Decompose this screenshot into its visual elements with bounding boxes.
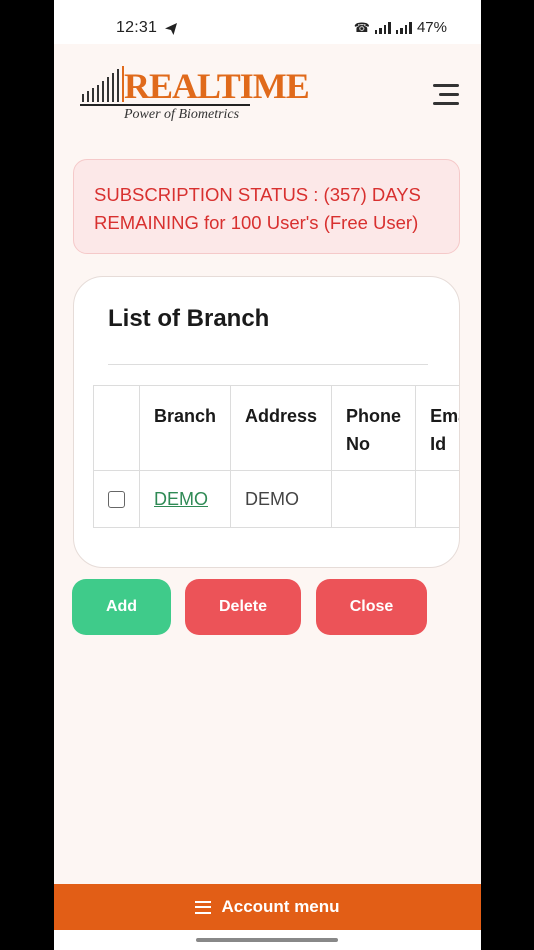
system-nav-area xyxy=(54,930,481,950)
branch-cell: DEMO xyxy=(138,470,232,528)
column-header-address[interactable]: Address xyxy=(230,385,333,471)
telegram-send-icon xyxy=(165,23,177,35)
branch-table: Branch Address Phone No Email Id DEMO DE… xyxy=(93,385,459,528)
table-row: DEMO DEMO xyxy=(93,470,459,528)
divider xyxy=(108,364,428,365)
logo-underline xyxy=(80,104,250,106)
row-select-cell xyxy=(93,470,140,528)
column-header-email[interactable]: Email Id xyxy=(415,385,459,471)
table-header-row: Branch Address Phone No Email Id xyxy=(93,385,459,471)
account-menu-label: Account menu xyxy=(221,897,340,916)
app-header: REALTIME Power of Biometrics xyxy=(54,44,481,144)
status-bar: 12:31 ☎ 47% xyxy=(54,0,481,44)
menu-icon xyxy=(195,900,212,914)
home-indicator[interactable] xyxy=(196,938,338,942)
phone-cell xyxy=(331,470,417,528)
account-menu-bar[interactable]: Account menu xyxy=(54,884,481,930)
card-title: List of Branch xyxy=(108,305,270,332)
subscription-status-alert: SUBSCRIPTION STATUS : (357) DAYS REMAINI… xyxy=(73,159,460,254)
battery-text: 47% xyxy=(416,19,447,36)
realtime-logo[interactable]: REALTIME Power of Biometrics xyxy=(80,64,310,128)
branch-list-card: List of Branch Branch Address Phone No E… xyxy=(73,276,460,568)
logo-wordmark: REALTIME xyxy=(124,66,310,106)
branch-link[interactable]: DEMO xyxy=(154,489,208,509)
delete-button[interactable]: Delete xyxy=(185,579,301,635)
address-cell: DEMO xyxy=(230,470,333,528)
signal-icon-2 xyxy=(395,21,412,34)
status-time: 12:31 xyxy=(116,19,158,36)
logo-bars-icon xyxy=(82,66,124,102)
row-checkbox[interactable] xyxy=(108,490,125,508)
email-cell xyxy=(415,470,459,528)
signal-icon xyxy=(374,21,391,34)
wifi-call-icon: ☎ xyxy=(353,19,370,35)
app-screen: 12:31 ☎ 47% REALTIME Power of Biometrics… xyxy=(54,0,481,950)
add-button[interactable]: Add xyxy=(72,579,171,635)
column-header-phone[interactable]: Phone No xyxy=(331,385,417,471)
logo-tagline: Power of Biometrics xyxy=(124,107,240,122)
column-header-select xyxy=(93,385,140,471)
close-button[interactable]: Close xyxy=(316,579,427,635)
column-header-branch[interactable]: Branch xyxy=(138,385,232,471)
status-right: ☎ 47% xyxy=(354,19,447,36)
hamburger-menu-icon[interactable] xyxy=(431,84,459,106)
